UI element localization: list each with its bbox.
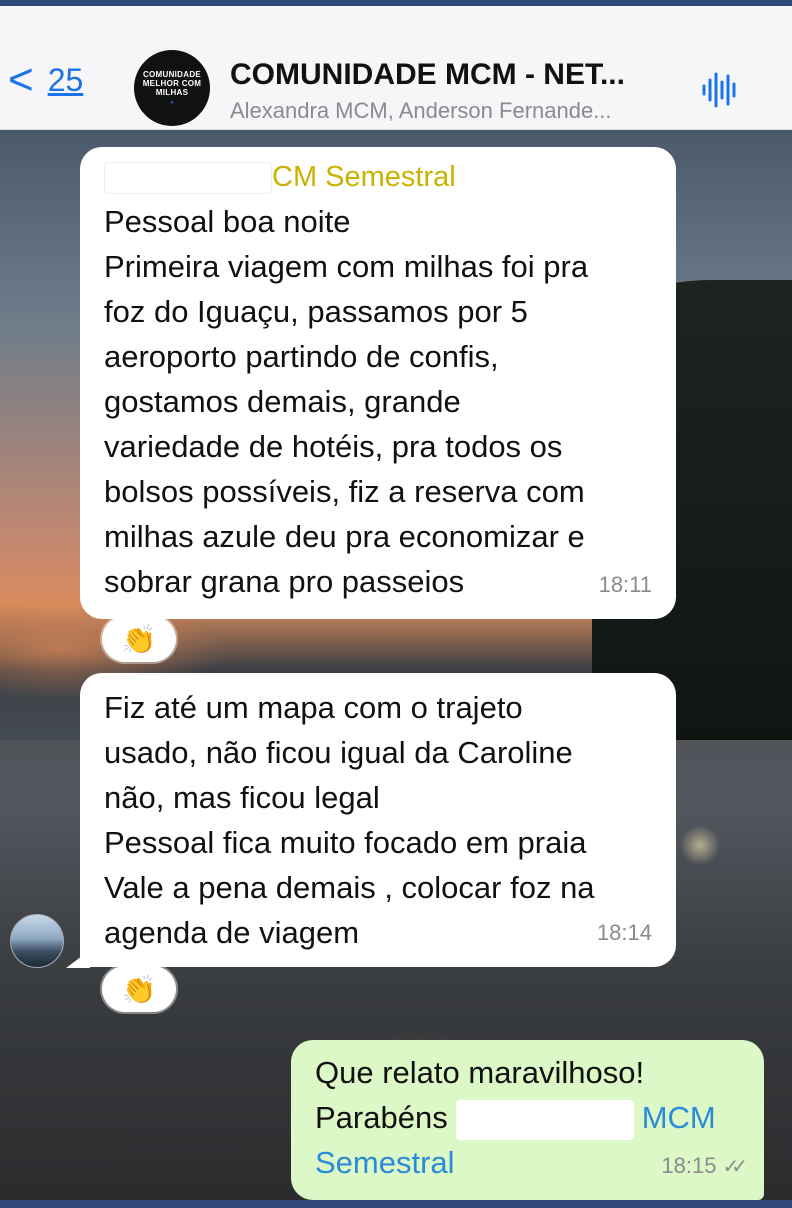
message-line: bolsos possíveis, fiz a reserva com [104,474,585,509]
message-timestamp: 18:11 [598,572,652,597]
audio-wave-icon[interactable] [700,70,740,110]
message-bubble-outgoing[interactable]: Que relato maravilhoso! Parabéns MCM Seme… [291,1040,764,1200]
message-line: Fiz até um mapa com o trajeto [104,690,523,725]
message-line: Parabéns MCM [315,1095,740,1140]
message-time: 18:15 [661,1153,717,1178]
message-bubble-incoming[interactable]: Fiz até um mapa com o trajeto usado, não… [80,673,676,967]
mention-link[interactable]: MCM [642,1100,716,1135]
message-sender-name[interactable]: CM Semestral [104,155,652,199]
message-line: Vale a pena demais , colocar foz na [104,870,595,905]
chat-header: < 25 COMUNIDADE MELHOR COM MILHAS ✈ COMU… [0,6,792,130]
message-line: Que relato maravilhoso! [315,1055,645,1090]
message-line: Primeira viagem com milhas foi pra [104,249,589,284]
message-line: agenda de viagem [104,915,360,950]
message-line: foz do Iguaçu, passamos por 5 [104,294,528,329]
message-line: milhas azule deu pra economizar e [104,519,585,554]
message-line: Pessoal boa noite [104,204,351,239]
sender-avatar[interactable] [10,914,64,968]
message-timestamp: 18:15 ✓✓ [661,1143,747,1190]
reaction-clap[interactable]: 👏 [102,966,176,1012]
message-line: gostamos demais, grande [104,384,461,419]
clapping-hands-icon: 👏 [121,623,157,655]
message-line: sobrar grana pro passeios [104,564,465,599]
back-button[interactable]: < 25 [8,58,83,102]
group-title: COMUNIDADE MCM - NET... [230,58,625,91]
clapping-hands-icon: 👏 [121,973,157,1005]
bottom-strip [0,1200,792,1208]
message-timestamp: 18:14 [596,920,652,945]
unread-count: 25 [47,61,84,98]
redacted-name [455,1099,634,1140]
message-line: variedade de hotéis, pra todos os [104,429,563,464]
message-bubble-incoming[interactable]: CM Semestral Pessoal boa noite Primeira … [80,147,676,619]
read-receipt-icon: ✓✓ [722,1156,747,1178]
group-info[interactable]: COMUNIDADE MCM - NET... Alexandra MCM, A… [230,58,680,124]
group-participants: Alexandra MCM, Anderson Fernande... [230,98,612,123]
group-avatar-plane-icon: ✈ [169,100,175,106]
message-text: Parabéns [315,1100,448,1135]
message-line: não, mas ficou legal [104,780,380,815]
message-line: Pessoal fica muito focado em praia [104,825,587,860]
reaction-clap[interactable]: 👏 [102,616,176,662]
message-line: usado, não ficou igual da Caroline [104,735,573,770]
redacted-name [104,162,272,195]
group-avatar-logo-text: COMUNIDADE MELHOR COM MILHAS [142,70,202,97]
message-line: aeroporto partindo de confis, [104,339,499,374]
chevron-left-icon: < [8,55,34,104]
group-avatar[interactable]: COMUNIDADE MELHOR COM MILHAS ✈ [134,50,210,126]
